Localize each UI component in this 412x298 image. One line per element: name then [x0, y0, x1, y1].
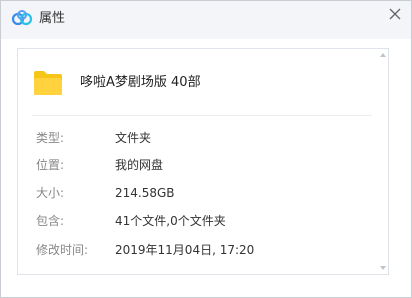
property-value: 2019年11月04日, 17:20	[115, 243, 255, 257]
property-value: 我的网盘	[115, 158, 164, 172]
folder-icon	[34, 71, 62, 95]
property-row-location: 位置: 我的网盘	[18, 157, 388, 175]
close-icon[interactable]	[385, 4, 405, 24]
properties-dialog: 属性 哆啦A梦剧场版 40部 类型: 文件夹 位置: 我的网盘 大小: 214.…	[0, 0, 412, 298]
property-label: 大小:	[36, 186, 65, 200]
dialog-title: 属性	[39, 11, 66, 26]
property-label: 包含:	[36, 214, 65, 228]
property-value: 41个文件,0个文件夹	[115, 214, 226, 228]
file-name: 哆啦A梦剧场版 40部	[80, 75, 201, 90]
property-row-size: 大小: 214.58GB	[18, 185, 388, 203]
divider	[32, 115, 372, 116]
property-row-type: 类型: 文件夹	[18, 130, 388, 148]
property-label: 位置:	[36, 158, 65, 172]
property-row-modified: 修改时间: 2019年11月04日, 17:20	[18, 242, 388, 260]
scrollbar[interactable]	[376, 49, 388, 274]
baidu-cloud-logo-icon	[11, 10, 33, 26]
scroll-down-arrow-icon[interactable]	[380, 266, 386, 270]
property-value: 文件夹	[115, 131, 152, 145]
scroll-up-arrow-icon[interactable]	[380, 53, 386, 57]
property-label: 修改时间:	[36, 243, 89, 257]
property-row-contents: 包含: 41个文件,0个文件夹	[18, 213, 388, 231]
property-value: 214.58GB	[115, 186, 175, 200]
property-label: 类型:	[36, 131, 65, 145]
properties-panel: 哆啦A梦剧场版 40部 类型: 文件夹 位置: 我的网盘 大小: 214.58G…	[17, 48, 389, 275]
title-bar[interactable]: 属性	[1, 1, 411, 39]
